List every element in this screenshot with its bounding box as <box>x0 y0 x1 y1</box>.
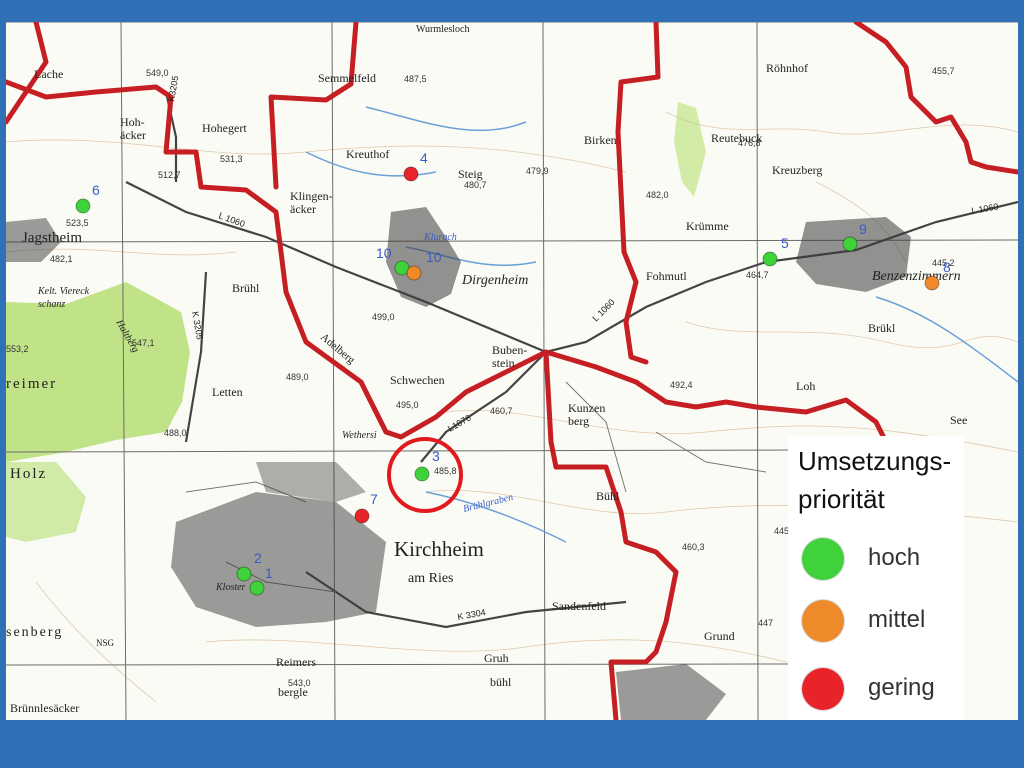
elevation-label: 482,0 <box>646 190 669 200</box>
legend-label-mittel: mittel <box>868 606 926 633</box>
label-dirgenheim: Dirgenheim <box>461 273 528 288</box>
elevation-label: 487,5 <box>404 74 427 84</box>
elevation-label: 455,7 <box>932 66 955 76</box>
label-bruehl-east: Brükl <box>868 321 896 335</box>
elevation-label: 476,8 <box>738 138 761 148</box>
site-marker-8-mittel[interactable] <box>924 275 940 291</box>
legend-dot-mittel <box>802 600 844 642</box>
site-number-label: 9 <box>859 221 867 237</box>
site-marker-10-mittel[interactable] <box>406 265 422 281</box>
elevation-label: 488,0 <box>164 428 187 438</box>
label-klurach: Klurach <box>423 232 457 243</box>
label-kreuthof: Kreuthof <box>346 147 389 161</box>
elevation-label: 495,0 <box>396 400 419 410</box>
elevation-label: 492,4 <box>670 380 693 390</box>
elevation-label: 447 <box>758 618 773 628</box>
label-hohegert: Hohegert <box>202 121 247 135</box>
label-nsg: NSG <box>96 638 115 648</box>
label-reimers: Reimers <box>276 655 316 669</box>
label-wethersi: Wethersi <box>342 430 377 441</box>
site-marker-1-hoch[interactable] <box>249 580 265 596</box>
elevation-label: 489,0 <box>286 372 309 382</box>
label-buehl-south: bühl <box>490 675 512 689</box>
site-number-label: 7 <box>370 491 378 507</box>
site-marker-2-hoch[interactable] <box>236 566 252 582</box>
label-bruehl: Brühl <box>232 281 260 295</box>
label-kirchheim: Kirchheim <box>394 537 484 561</box>
label-senberg: senberg <box>6 625 63 640</box>
elevation-label: 482,1 <box>50 254 73 264</box>
label-kreuzberg: Kreuzberg <box>772 163 822 177</box>
legend-label-hoch: hoch <box>868 544 921 571</box>
elevation-label: 485,8 <box>434 466 457 476</box>
label-kloster: Kloster <box>215 582 246 593</box>
label-reimer: reimer <box>6 376 57 392</box>
elevation-label: 543,0 <box>288 678 311 688</box>
elevation-label: 460,7 <box>490 406 513 416</box>
priority-legend: Umsetzungs- priorität hoch mittel gering <box>788 436 964 720</box>
site-number-label: 10 <box>426 249 442 265</box>
site-number-label: 4 <box>420 150 428 166</box>
legend-title: Umsetzungs- priorität <box>798 446 952 514</box>
site-marker-3-hoch[interactable] <box>414 466 430 482</box>
elevation-label: 460,3 <box>682 542 705 552</box>
label-steig: Steig <box>458 167 483 181</box>
elevation-label: 499,0 <box>372 312 395 322</box>
elevation-label: 464,7 <box>746 270 769 280</box>
site-number-label: 10 <box>376 245 392 261</box>
label-lache: Lache <box>34 67 63 81</box>
elevation-label: 553,2 <box>6 344 29 354</box>
label-grund: Grund <box>704 629 735 643</box>
site-number-label: 3 <box>432 448 440 464</box>
legend-item-mittel: mittel <box>802 598 960 648</box>
legend-item-gering: gering <box>802 666 960 716</box>
legend-item-hoch: hoch <box>802 536 960 586</box>
label-letten: Letten <box>212 385 243 399</box>
site-number-label: 5 <box>781 235 789 251</box>
label-gruh: Gruh <box>484 651 509 665</box>
legend-dot-gering <box>802 668 844 710</box>
label-loh: Loh <box>796 379 815 393</box>
label-wurmlesloch: Wurmlesloch <box>416 24 469 35</box>
site-marker-6-hoch[interactable] <box>75 198 91 214</box>
site-marker-9-hoch[interactable] <box>842 236 858 252</box>
site-number-label: 2 <box>254 550 262 566</box>
elevation-label: 445 <box>774 526 789 536</box>
elevation-label: 547,1 <box>132 338 155 348</box>
site-marker-7-gering[interactable] <box>354 508 370 524</box>
site-number-label: 1 <box>265 565 273 581</box>
label-fohmutl: Fohmutl <box>646 269 687 283</box>
label-buehl: Bühl <box>596 489 620 503</box>
label-schwechen: Schwechen <box>390 373 445 387</box>
elevation-label: 523,5 <box>66 218 89 228</box>
site-marker-4-gering[interactable] <box>403 166 419 182</box>
label-hohaecker: Hoh-äcker <box>120 115 146 142</box>
label-kruemme: Krümme <box>686 219 729 233</box>
elevation-label: 531,3 <box>220 154 243 164</box>
label-holz: Holz <box>10 466 47 482</box>
elevation-label: 479,9 <box>526 166 549 176</box>
label-semmelfeld: Semmelfeld <box>318 71 376 85</box>
legend-dot-hoch <box>802 538 844 580</box>
label-rohnhof: Röhnhof <box>766 61 808 75</box>
label-see: See <box>950 413 967 427</box>
site-number-label: 8 <box>943 259 951 275</box>
label-birken: Birken <box>584 133 617 147</box>
elevation-label: 549,0 <box>146 68 169 78</box>
elevation-label: 480,7 <box>464 180 487 190</box>
elevation-label: 512,7 <box>158 170 181 180</box>
legend-label-gering: gering <box>868 674 935 701</box>
label-am-ries: am Ries <box>408 571 454 586</box>
label-sandenfeld: Sandenfeld <box>552 599 606 613</box>
site-marker-5-hoch[interactable] <box>762 251 778 267</box>
label-jagstheim: Jagstheim <box>22 230 82 246</box>
label-bruennlesaecker: Brünnlesäcker <box>10 701 79 715</box>
site-number-label: 6 <box>92 182 100 198</box>
